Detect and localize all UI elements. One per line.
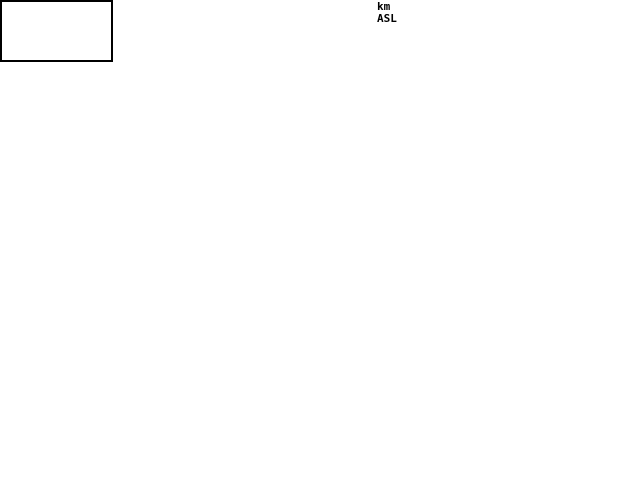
km-unit-line2: ASL <box>377 12 397 25</box>
altitude-axis-unit: km ASL <box>377 1 397 25</box>
skewt-sounding-page: km ASL <box>0 0 629 486</box>
skewt-plot-canvas <box>0 0 629 486</box>
